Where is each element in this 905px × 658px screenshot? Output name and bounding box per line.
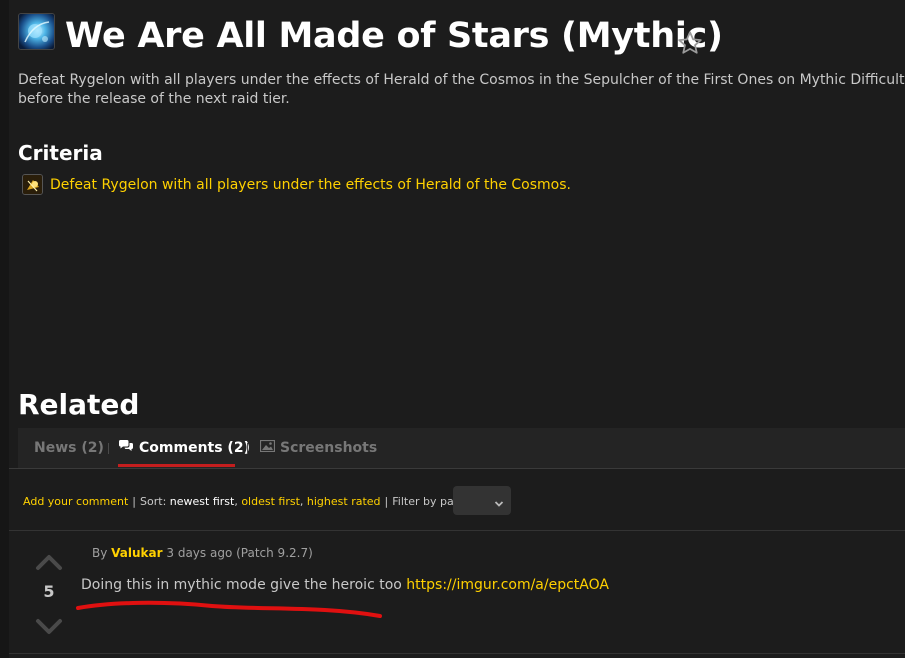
tab-divider (108, 443, 109, 454)
downvote-arrow-icon[interactable] (35, 618, 63, 636)
related-heading: Related (18, 388, 140, 421)
tab-news[interactable]: News (2) (34, 428, 104, 468)
sort-highest-link[interactable]: highest rated (307, 495, 381, 508)
upvote-arrow-icon[interactable] (35, 553, 63, 571)
chat-bubbles-icon (118, 428, 134, 468)
achievement-description: Defeat Rygelon with all players under th… (18, 72, 905, 107)
comment-text: Doing this in mythic mode give the heroi… (81, 577, 402, 593)
comment-date-patch: 3 days ago (Patch 9.2.7) (166, 546, 313, 560)
tab-comments-label: Comments (2) (139, 440, 250, 456)
achievement-page: We Are All Made of Stars (Mythic) Defeat… (0, 0, 905, 658)
criteria-item-link[interactable]: Defeat Rygelon with all players under th… (50, 176, 571, 194)
comment-body: Doing this in mythic mode give the heroi… (81, 576, 609, 595)
tab-screenshots[interactable]: Screenshots (259, 428, 378, 468)
page-title: We Are All Made of Stars (Mythic) (65, 16, 723, 56)
comment-link[interactable]: https://imgur.com/a/epctAOA (406, 577, 609, 593)
chevron-down-icon (494, 494, 504, 507)
related-tabs: News (2) Comments (2) Screenshots (18, 428, 905, 468)
favorite-star-icon[interactable] (676, 29, 704, 57)
comment-by: By (92, 546, 108, 560)
add-comment-link[interactable]: Add your comment (23, 495, 128, 508)
sort-label: Sort: (140, 495, 167, 508)
boss-criteria-icon (22, 174, 43, 195)
comment-author-link[interactable]: Valukar (111, 546, 162, 560)
comment-sort-bar: Add your comment | Sort: newest first, old… (23, 495, 475, 508)
image-icon (259, 428, 276, 468)
tab-divider (247, 443, 248, 454)
active-tab-indicator (118, 464, 235, 467)
sort-newest-link[interactable]: newest first (170, 495, 235, 508)
vote-count: 5 (43, 582, 55, 601)
tab-news-label: News (2) (34, 440, 104, 456)
red-annotation-underline (72, 596, 392, 622)
divider (9, 468, 905, 469)
cosmic-achievement-icon (18, 13, 55, 50)
tab-comments[interactable]: Comments (2) (118, 428, 250, 468)
comment-meta: By Valukar 3 days ago (Patch 9.2.7) (92, 545, 313, 561)
sort-oldest-link[interactable]: oldest first (241, 495, 300, 508)
tab-screenshots-label: Screenshots (280, 440, 378, 456)
left-gutter (0, 0, 9, 658)
divider (9, 530, 905, 531)
criteria-heading: Criteria (18, 141, 103, 165)
divider (9, 653, 905, 654)
